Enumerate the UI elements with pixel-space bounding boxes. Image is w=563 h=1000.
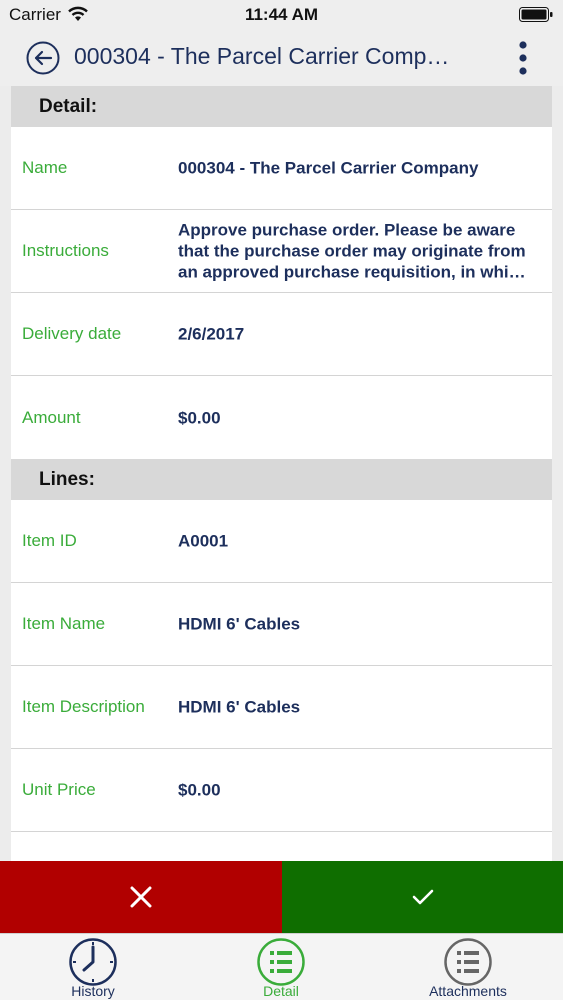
lines-row-item-id: Item ID A0001: [11, 500, 552, 583]
battery-icon: [519, 7, 553, 22]
lines-row-unit-price: Unit Price $0.00: [11, 749, 552, 832]
lines-row-item-description: Item Description HDMI 6' Cables: [11, 666, 552, 749]
detail-row-amount: Amount $0.00: [11, 376, 552, 459]
nav-bar: 000304 - The Parcel Carrier Comp…: [0, 30, 563, 86]
field-value: 2/6/2017: [178, 324, 245, 344]
detail-section-header: Detail:: [11, 86, 552, 127]
list-icon: [257, 938, 305, 986]
status-bar: Carrier 11:44 AM: [0, 0, 563, 30]
field-label: Amount: [22, 407, 81, 427]
field-value: A0001: [178, 531, 229, 551]
tab-detail[interactable]: Detail: [211, 934, 351, 1000]
field-label: Delivery date: [22, 324, 122, 343]
field-label: Instructions: [22, 241, 109, 260]
instructions-line: that the purchase order may originate fr…: [178, 241, 526, 261]
field-label: Item Description: [22, 697, 145, 716]
clock-icon: [69, 938, 117, 986]
lines-row-partial: [11, 832, 552, 861]
lines-row-item-name: Item Name HDMI 6' Cables: [11, 583, 552, 666]
list-icon: [444, 938, 492, 986]
field-value: 000304 - The Parcel Carrier Company: [178, 158, 479, 178]
instructions-line: an approved purchase requisition, in whi…: [178, 262, 526, 282]
detail-row-name: Name 000304 - The Parcel Carrier Company: [11, 127, 552, 210]
field-label: Item ID: [22, 531, 77, 550]
tab-bar: History Detail Attachments: [0, 933, 563, 1000]
field-value: HDMI 6' Cables: [178, 697, 301, 717]
lines-section-header: Lines:: [11, 459, 552, 500]
field-value: HDMI 6' Cables: [178, 614, 301, 634]
field-label: Unit Price: [22, 780, 96, 799]
detail-row-instructions: Instructions Approve purchase order. Ple…: [11, 210, 552, 293]
detail-content[interactable]: Detail: Name 000304 - The Parcel Carrier…: [11, 86, 552, 861]
checkmark-icon: [412, 889, 433, 905]
tab-attachments-label: Attachments: [429, 983, 507, 999]
approve-button[interactable]: [282, 861, 563, 933]
field-label: Item Name: [22, 614, 106, 633]
field-value: $0.00: [178, 780, 221, 800]
instructions-line: Approve purchase order. Please be aware: [178, 220, 516, 240]
reject-button[interactable]: [0, 861, 282, 933]
action-bar: [0, 861, 563, 933]
more-options-icon[interactable]: [517, 40, 529, 76]
tab-detail-label: Detail: [263, 983, 299, 999]
tab-attachments[interactable]: Attachments: [398, 934, 538, 1000]
tab-history-label: History: [71, 983, 115, 999]
field-value: $0.00: [178, 408, 221, 427]
close-icon: [130, 886, 152, 908]
field-label: Name: [22, 158, 68, 177]
clock-time: 11:44 AM: [244, 5, 319, 24]
page-title: 000304 - The Parcel Carrier Comp…: [74, 43, 450, 69]
back-button[interactable]: [26, 41, 60, 75]
detail-row-delivery-date: Delivery date 2/6/2017: [11, 293, 552, 376]
field-value: Approve purchase order. Please be aware …: [178, 220, 542, 283]
tab-history[interactable]: History: [23, 934, 163, 1000]
